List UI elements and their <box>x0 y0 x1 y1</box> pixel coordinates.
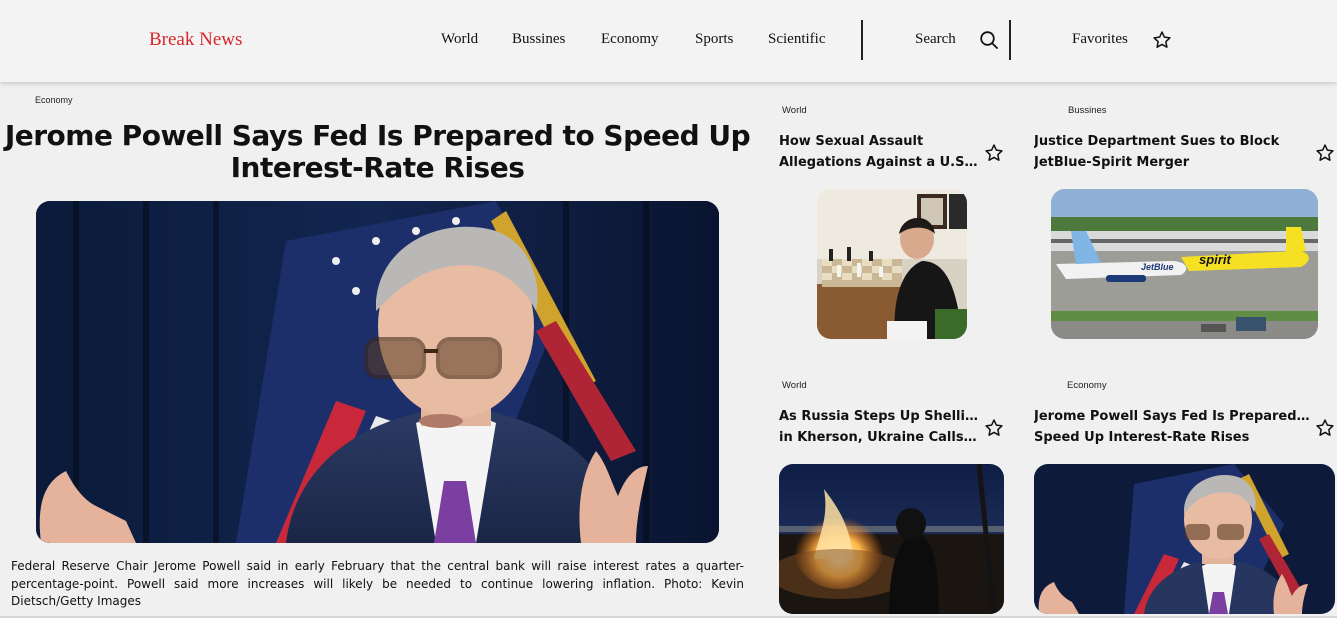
main-article-title-line2: Interest-Rate Rises <box>230 151 525 184</box>
nav-divider <box>1009 20 1011 60</box>
card-title-line2: JetBlue-Spirit Merger <box>1034 155 1190 170</box>
card-title-line2: Allegations Against a U.S.... <box>779 155 981 170</box>
card-title-line1: Jerome Powell Says Fed Is Prepared to <box>1034 409 1312 424</box>
star-outline-icon[interactable] <box>1315 143 1335 163</box>
card-category[interactable]: Economy <box>1067 380 1107 391</box>
card-image[interactable]: JetBlue spirit <box>1051 189 1318 339</box>
card-category[interactable]: World <box>782 380 807 391</box>
card-image[interactable] <box>779 464 1004 614</box>
card-title-line1: How Sexual Assault <box>779 134 924 149</box>
chess-photo <box>817 189 967 339</box>
main-article-title[interactable]: Jerome Powell Says Fed Is Prepared to Sp… <box>0 120 755 184</box>
card-title[interactable]: Justice Department Sues to Block JetBlue… <box>1034 131 1312 173</box>
nav-item-world[interactable]: World <box>441 31 478 48</box>
card-title-line1: Justice Department Sues to Block <box>1034 134 1280 149</box>
star-icon[interactable] <box>1152 30 1172 50</box>
powell-photo <box>36 201 719 543</box>
card-image[interactable] <box>817 189 967 339</box>
card-title-line2: in Kherson, Ukraine Calls ... <box>779 430 981 445</box>
main-article-category[interactable]: Economy <box>35 95 73 105</box>
star-outline-icon[interactable] <box>984 418 1004 438</box>
spirit-logo-text: spirit <box>1199 252 1231 267</box>
star-outline-icon[interactable] <box>984 143 1004 163</box>
main-article-image[interactable] <box>36 201 719 543</box>
card-image[interactable] <box>1034 464 1335 614</box>
card-title-line1: As Russia Steps Up Shelling <box>779 409 981 424</box>
card-category[interactable]: World <box>782 105 807 116</box>
card-title-line2: Speed Up Interest-Rate Rises <box>1034 430 1250 445</box>
top-navbar: Break News World Bussines Economy Sports… <box>0 0 1337 82</box>
favorites-button[interactable]: Favorites <box>1072 31 1128 48</box>
card-title[interactable]: Jerome Powell Says Fed Is Prepared to Sp… <box>1034 406 1312 448</box>
card-category[interactable]: Bussines <box>1068 105 1107 116</box>
nav-item-sports[interactable]: Sports <box>695 31 733 48</box>
jetblue-logo-text: JetBlue <box>1141 262 1174 272</box>
card-title[interactable]: As Russia Steps Up Shelling in Kherson, … <box>779 406 981 448</box>
star-outline-icon[interactable] <box>1315 418 1335 438</box>
search-button[interactable]: Search <box>915 31 956 48</box>
main-article-caption: Federal Reserve Chair Jerome Powell said… <box>11 559 744 608</box>
nav-item-economy[interactable]: Economy <box>601 31 659 48</box>
kherson-photo <box>779 464 1004 614</box>
powell-photo-small <box>1034 464 1335 614</box>
nav-item-scientific[interactable]: Scientific <box>768 31 825 48</box>
nav-item-bussines[interactable]: Bussines <box>512 31 565 48</box>
brand-logo[interactable]: Break News <box>149 29 242 51</box>
main-article-title-line1: Jerome Powell Says Fed Is Prepared to Sp… <box>4 119 751 152</box>
airport-photo: JetBlue spirit <box>1051 189 1318 339</box>
card-title[interactable]: How Sexual Assault Allegations Against a… <box>779 131 981 173</box>
search-icon[interactable] <box>979 30 999 50</box>
nav-divider <box>861 20 863 60</box>
